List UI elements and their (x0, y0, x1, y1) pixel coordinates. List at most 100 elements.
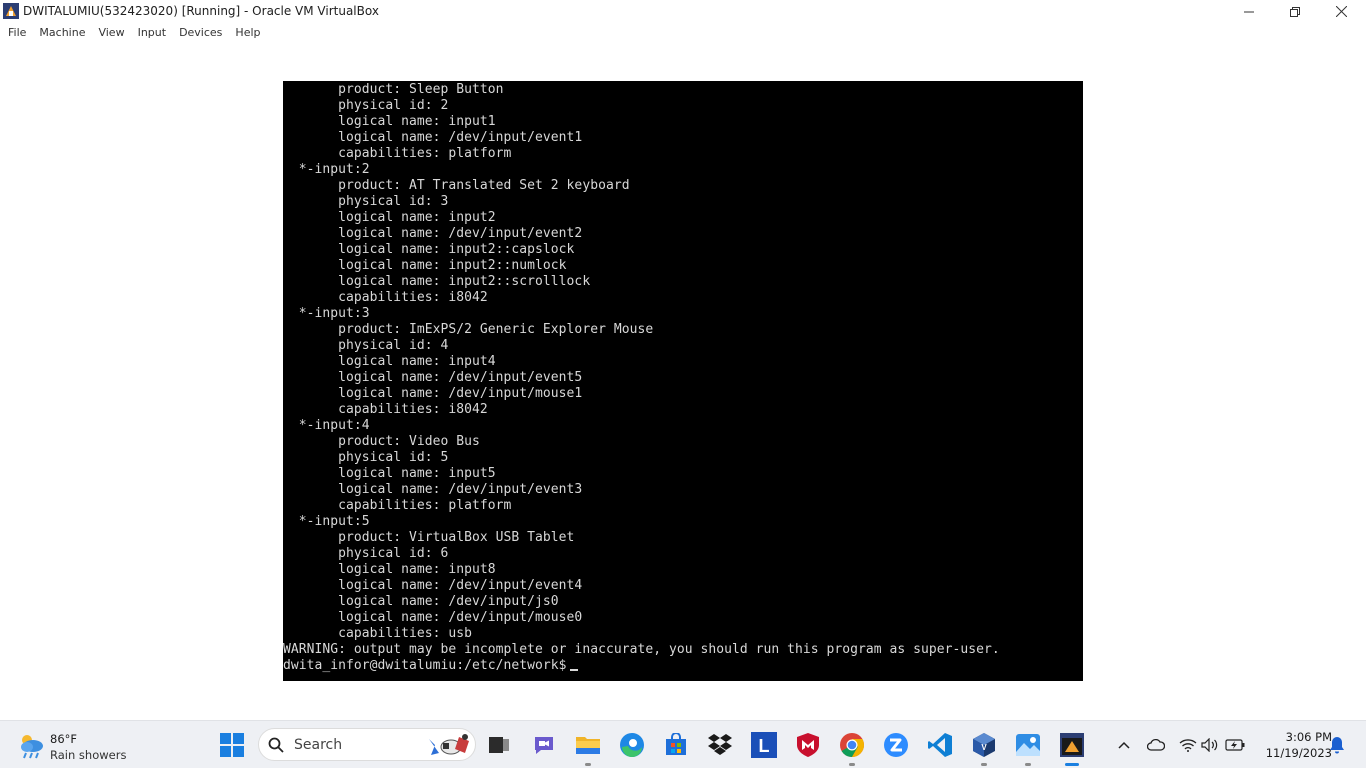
menu-file[interactable]: File (3, 23, 31, 43)
terminal-line: logical name: /dev/input/mouse1 (283, 386, 583, 401)
dropbox-button[interactable] (704, 729, 736, 761)
terminal-line: logical name: input8 (283, 562, 496, 577)
notifications-button[interactable] (1328, 735, 1346, 759)
terminal-line: logical name: /dev/input/event2 (283, 226, 583, 241)
terminal-prompt: dwita_infor@dwitalumiu:/etc/network$ (283, 658, 567, 673)
mcafee-button[interactable] (792, 729, 824, 761)
weather-temp: 86°F (50, 732, 77, 746)
terminal-line: *-input:4 (283, 418, 370, 433)
weather-widget[interactable]: 86°F Rain showers (14, 725, 144, 765)
vscode-button[interactable] (924, 729, 956, 761)
running-indicator (849, 763, 855, 766)
windows-logo-icon (220, 733, 244, 757)
l-app-button[interactable]: L (748, 729, 780, 761)
terminal-line: logical name: input2::capslock (283, 242, 575, 257)
terminal-line: product: ImExPS/2 Generic Explorer Mouse (283, 322, 654, 337)
cloud-icon (1147, 739, 1165, 751)
virtualbox-button[interactable]: V (968, 729, 1000, 766)
terminal-line: logical name: input5 (283, 466, 496, 481)
file-explorer-button[interactable] (572, 729, 604, 766)
terminal-line: logical name: /dev/input/event4 (283, 578, 583, 593)
folder-icon (576, 737, 600, 754)
terminal-line: product: Video Bus (283, 434, 480, 449)
terminal-line: capabilities: i8042 (283, 290, 488, 305)
zoom-icon (884, 733, 908, 757)
teams-chat-button[interactable] (528, 729, 560, 761)
search-icon (268, 737, 284, 753)
dropbox-icon (708, 734, 732, 755)
shield-m-icon (797, 733, 819, 757)
taskbar: 86°F Rain showers Search L V 3:06 PM 11/… (0, 720, 1366, 768)
virtualbox-icon: V (973, 733, 995, 757)
terminal-line: physical id: 3 (283, 194, 449, 209)
terminal-line: capabilities: platform (283, 498, 512, 513)
chevron-up-icon (1118, 741, 1130, 749)
terminal-line: logical name: /dev/input/event5 (283, 370, 583, 385)
store-button[interactable] (660, 729, 692, 761)
menu-help[interactable]: Help (230, 23, 265, 43)
chat-icon (535, 737, 553, 754)
l-icon: L (751, 732, 777, 758)
task-view-button[interactable] (483, 729, 515, 761)
menu-input[interactable]: Input (133, 23, 171, 43)
menu-machine[interactable]: Machine (34, 23, 90, 43)
restore-icon (1290, 6, 1300, 17)
taskbar-clock[interactable]: 3:06 PM 11/19/2023 (1252, 729, 1332, 761)
terminal-line: capabilities: platform (283, 146, 512, 161)
photos-button[interactable] (1012, 729, 1044, 766)
show-hidden-icons-button[interactable] (1114, 735, 1134, 755)
menu-devices[interactable]: Devices (174, 23, 227, 43)
menu-view[interactable]: View (93, 23, 129, 43)
terminal-line: logical name: /dev/input/event3 (283, 482, 583, 497)
taskbar-search[interactable]: Search (258, 728, 476, 761)
running-indicator (981, 763, 987, 766)
terminal-line: logical name: /dev/input/mouse0 (283, 610, 583, 625)
terminal-line: physical id: 2 (283, 98, 449, 113)
terminal-line: *-input:2 (283, 162, 370, 177)
speaker-icon (1201, 738, 1218, 752)
close-icon (1335, 6, 1347, 17)
restore-button[interactable] (1272, 0, 1318, 23)
vm-terminal[interactable]: product: Sleep Button physical id: 2 log… (283, 81, 1083, 681)
weather-condition: Rain showers (50, 748, 127, 762)
terminal-line: logical name: input1 (283, 114, 496, 129)
volume-tray-button[interactable] (1200, 735, 1220, 755)
running-indicator (1065, 763, 1079, 766)
terminal-line: *-input:5 (283, 514, 370, 529)
vm-display-area: product: Sleep Button physical id: 2 log… (0, 43, 1366, 720)
minimize-button[interactable] (1226, 0, 1272, 23)
terminal-line: physical id: 6 (283, 546, 449, 561)
svg-text:V: V (981, 743, 987, 752)
title-bar: DWITALUMIU(532423020) [Running] - Oracle… (0, 0, 1366, 23)
terminal-output: product: Sleep Button physical id: 2 log… (283, 82, 1083, 658)
clock-time: 3:06 PM (1285, 730, 1332, 744)
store-icon (666, 733, 686, 755)
edge-icon (620, 733, 644, 757)
wifi-icon (1179, 739, 1197, 752)
virtualbox-vm-button[interactable] (1056, 729, 1088, 766)
terminal-line: logical name: input2::numlock (283, 258, 567, 273)
svg-text:L: L (759, 736, 770, 756)
battery-charging-icon (1225, 739, 1245, 751)
running-indicator (585, 763, 591, 766)
start-button[interactable] (216, 729, 248, 761)
terminal-line: logical name: input4 (283, 354, 496, 369)
battery-tray-button[interactable] (1225, 735, 1245, 755)
terminal-prompt-line[interactable]: dwita_infor@dwitalumiu:/etc/network$ (283, 658, 1083, 674)
vscode-icon (928, 733, 952, 757)
close-button[interactable] (1318, 0, 1364, 23)
window-title: DWITALUMIU(532423020) [Running] - Oracle… (23, 4, 379, 18)
chrome-button[interactable] (836, 729, 868, 766)
wifi-tray-button[interactable] (1178, 735, 1198, 755)
terminal-line: product: VirtualBox USB Tablet (283, 530, 575, 545)
search-label: Search (294, 737, 343, 753)
terminal-line: capabilities: usb (283, 626, 473, 641)
zoom-button[interactable] (880, 729, 912, 761)
edge-button[interactable] (616, 729, 648, 761)
onedrive-tray-button[interactable] (1146, 735, 1166, 755)
task-view-icon (489, 737, 509, 753)
chrome-icon (840, 733, 864, 757)
clock-date: 11/19/2023 (1265, 746, 1332, 760)
terminal-line: *-input:3 (283, 306, 370, 321)
terminal-line: logical name: input2::scrolllock (283, 274, 591, 289)
